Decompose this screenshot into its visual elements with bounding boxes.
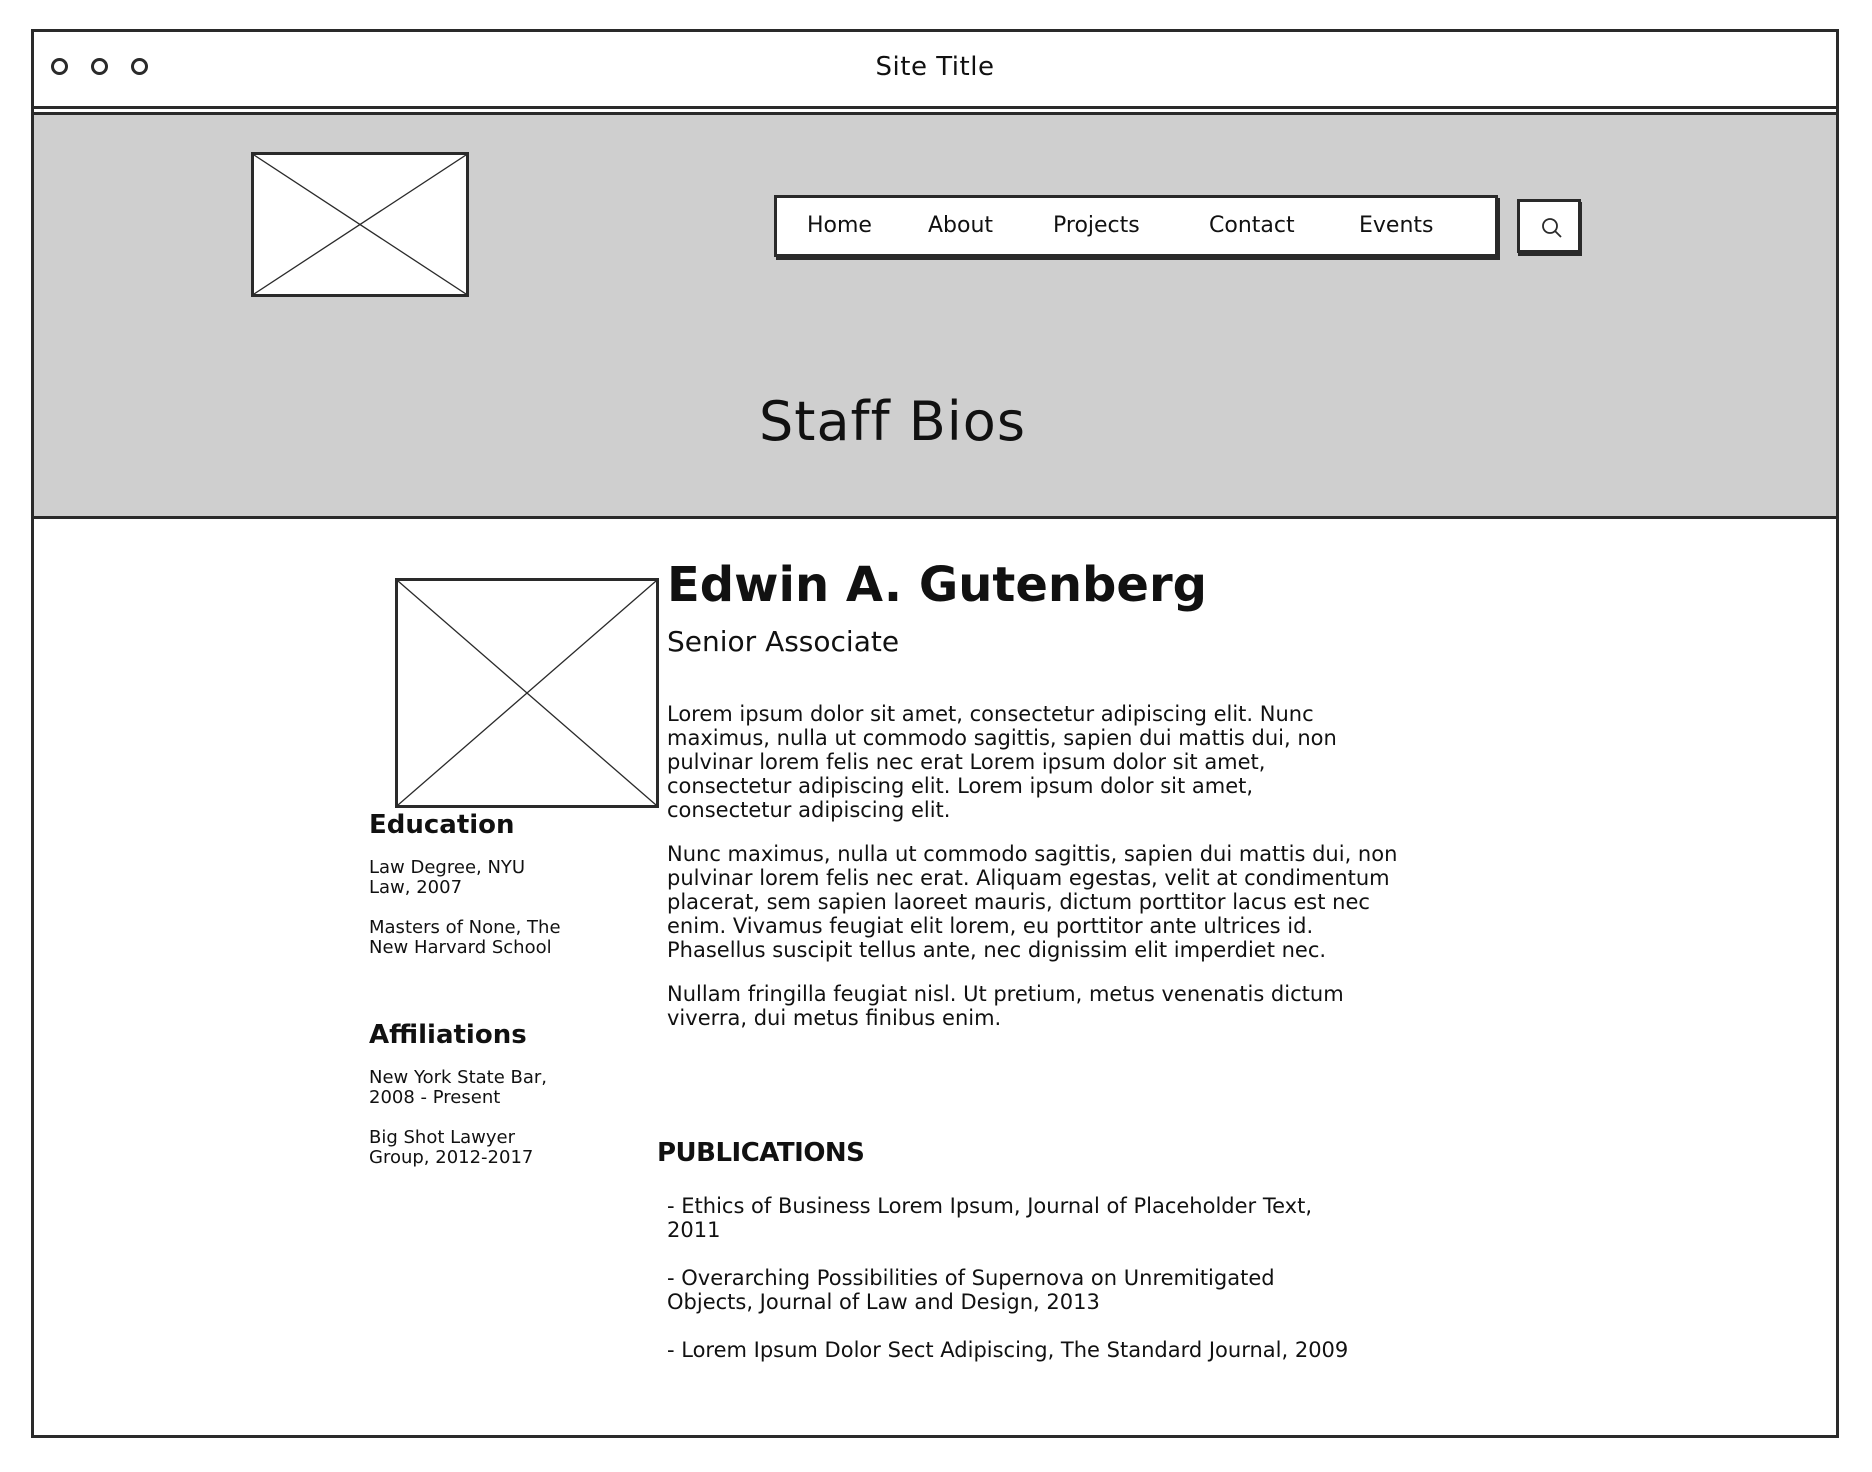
education-item: Law Degree, NYU Law, 2007 [369, 857, 526, 898]
nav-events[interactable]: Events [1359, 213, 1434, 238]
main-nav: Home About Projects Contact Events [774, 195, 1498, 257]
nav-home[interactable]: Home [807, 213, 872, 238]
publication-item: - Overarching Possibilities of Supernova… [667, 1266, 1275, 1314]
education-item: Masters of None, The New Harvard School [369, 917, 561, 958]
logo-image-placeholder[interactable] [251, 152, 469, 297]
site-title: Site Title [875, 52, 995, 82]
title-bar: Site Title [34, 32, 1836, 109]
image-placeholder-icon [254, 155, 466, 294]
publications-heading: PUBLICATIONS [657, 1138, 865, 1168]
image-placeholder-icon [398, 581, 656, 805]
search-button[interactable] [1517, 199, 1581, 253]
publication-item: - Lorem Ipsum Dolor Sect Adipiscing, The… [667, 1338, 1349, 1362]
profile-sidebar: Education Law Degree, NYU Law, 2007 Mast… [369, 810, 599, 1188]
page-title: Staff Bios [759, 390, 1026, 453]
bio-paragraph: Lorem ipsum dolor sit amet, consectetur … [667, 702, 1337, 822]
staff-bio: Lorem ipsum dolor sit amet, consectetur … [667, 702, 1427, 1030]
affiliations-heading: Affiliations [369, 1020, 527, 1050]
education-heading: Education [369, 810, 515, 840]
bio-paragraph: Nunc maximus, nulla ut commodo sagittis,… [667, 842, 1398, 962]
publications-list: - Ethics of Business Lorem Ipsum, Journa… [667, 1194, 1387, 1386]
nav-contact[interactable]: Contact [1209, 213, 1295, 238]
nav-projects[interactable]: Projects [1053, 213, 1140, 238]
staff-name: Edwin A. Gutenberg [667, 557, 1207, 613]
profile-main: Edwin A. Gutenberg Senior Associate Lore… [667, 555, 1427, 1050]
search-icon [1542, 218, 1562, 238]
nav-about[interactable]: About [928, 213, 993, 238]
affiliation-item: Big Shot Lawyer Group, 2012-2017 [369, 1127, 534, 1168]
page-header: Home About Projects Contact Events Staff… [34, 112, 1836, 519]
staff-role: Senior Associate [667, 625, 900, 658]
profile-photo-placeholder [395, 578, 659, 808]
affiliation-item: New York State Bar, 2008 - Present [369, 1067, 548, 1108]
publication-item: - Ethics of Business Lorem Ipsum, Journa… [667, 1194, 1312, 1242]
bio-paragraph: Nullam fringilla feugiat nisl. Ut pretiu… [667, 982, 1344, 1030]
